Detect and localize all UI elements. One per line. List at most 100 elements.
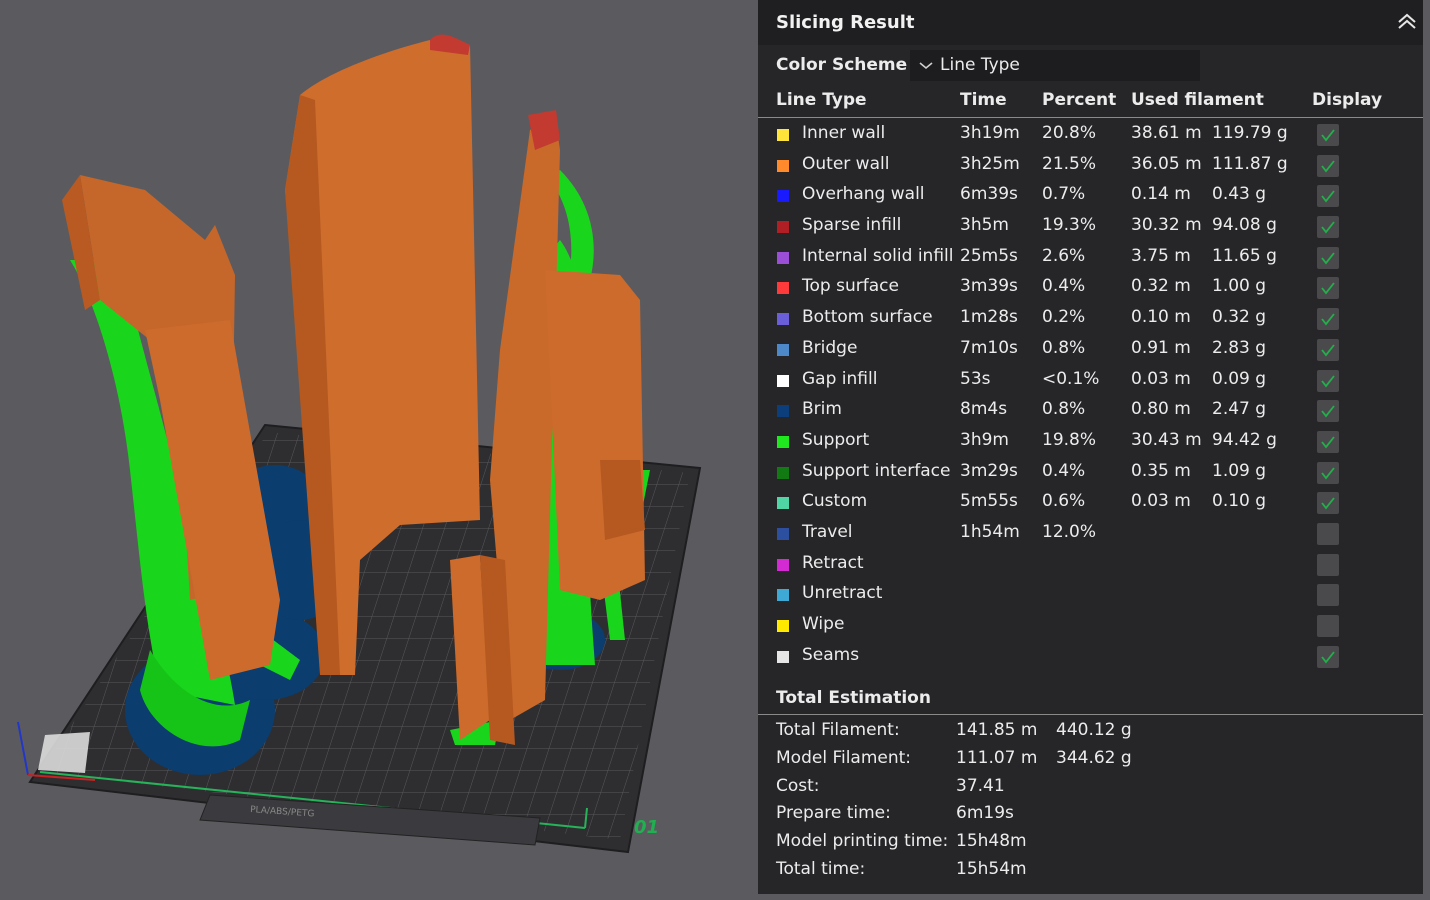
line-type-label: Travel (802, 521, 853, 542)
time-value: 6m39s (960, 184, 1018, 205)
total-label: Total Filament: (776, 720, 900, 740)
color-swatch (777, 374, 789, 387)
line-type-label: Custom (802, 491, 868, 512)
checkmark-icon (1321, 313, 1335, 326)
line-type-label: Inner wall (802, 123, 886, 143)
display-checkbox[interactable] (1317, 400, 1339, 423)
percent-value: 0.8% (1042, 399, 1086, 420)
percent-value: 0.7% (1042, 184, 1086, 205)
total-label: Model printing time: (776, 831, 949, 852)
color-swatch (777, 251, 789, 264)
display-checkbox[interactable] (1317, 369, 1339, 392)
color-swatch (777, 405, 789, 418)
color-scheme-value: Line Type (940, 55, 1020, 75)
line-type-label: Seams (802, 644, 860, 665)
percent-value: <0.1% (1042, 368, 1100, 389)
filament-length-value: 38.61 m (1131, 123, 1202, 143)
display-checkbox[interactable] (1317, 216, 1339, 239)
total-estimation-title: Total Estimation (776, 688, 931, 708)
color-scheme-label: Color Scheme (776, 55, 908, 75)
checkmark-icon (1321, 252, 1335, 265)
display-checkbox[interactable] (1317, 645, 1339, 668)
color-swatch (777, 221, 789, 234)
time-value: 3m39s (960, 276, 1018, 297)
table-row: Brim 8m4s 0.8% 0.80 m 2.47 g (758, 395, 1423, 426)
filament-weight-value: 2.83 g (1212, 337, 1267, 358)
percent-value: 12.0% (1042, 521, 1097, 542)
table-row: Travel 1h54m 12.0% (758, 518, 1423, 549)
col-display: Display (1312, 90, 1383, 110)
filament-length-value: 0.80 m (1131, 399, 1191, 420)
filament-length-value: 0.32 m (1131, 276, 1191, 297)
color-swatch (777, 650, 789, 663)
total-value: 37.41 (956, 775, 1005, 796)
display-checkbox[interactable] (1317, 124, 1339, 146)
display-checkbox[interactable] (1317, 553, 1339, 576)
filament-length-value: 0.03 m (1131, 368, 1191, 389)
panel-header: Slicing Result (758, 0, 1423, 45)
total-value: 141.85 m (956, 720, 1038, 740)
percent-value: 20.8% (1042, 123, 1097, 143)
display-checkbox[interactable] (1317, 154, 1339, 177)
display-checkbox[interactable] (1317, 185, 1339, 208)
display-checkbox[interactable] (1317, 338, 1339, 361)
checkmark-icon (1321, 190, 1335, 203)
display-checkbox[interactable] (1317, 522, 1339, 545)
display-checkbox[interactable] (1317, 308, 1339, 331)
line-type-label: Internal solid infill (802, 245, 954, 266)
total-weight-value: 344.62 g (1056, 747, 1132, 768)
total-row: Model Filament: 111.07 m 344.62 g (758, 748, 1423, 776)
percent-value: 0.2% (1042, 307, 1086, 328)
line-type-label: Sparse infill (802, 215, 902, 236)
display-checkbox[interactable] (1317, 430, 1339, 453)
time-value: 5m55s (960, 491, 1018, 512)
filament-weight-value: 111.87 g (1212, 153, 1288, 174)
3d-preview-viewport[interactable]: PLA/ABS/PETG 01 (0, 0, 758, 900)
color-swatch (777, 343, 789, 356)
display-checkbox[interactable] (1317, 277, 1339, 300)
total-weight-value: 440.12 g (1056, 720, 1132, 740)
color-swatch (777, 558, 789, 571)
checkmark-icon (1321, 467, 1335, 480)
checkmark-icon (1321, 651, 1335, 664)
total-row: Total time: 15h54m (758, 859, 1423, 887)
checkmark-icon (1321, 436, 1335, 449)
time-value: 53s (960, 368, 991, 389)
total-row: Cost: 37.41 (758, 776, 1423, 804)
checkmark-icon (1321, 129, 1335, 142)
color-swatch (777, 159, 789, 172)
total-value: 111.07 m (956, 747, 1038, 768)
time-value: 3h19m (960, 123, 1020, 143)
table-row: Gap infill 53s <0.1% 0.03 m 0.09 g (758, 365, 1423, 396)
time-value: 3h25m (960, 153, 1020, 174)
percent-value: 0.8% (1042, 337, 1086, 358)
line-type-label: Top surface (802, 276, 899, 297)
filament-length-value: 3.75 m (1131, 245, 1191, 266)
checkmark-icon (1321, 282, 1335, 295)
sliced-model-render: PLA/ABS/PETG 01 (17, 34, 702, 854)
display-checkbox[interactable] (1317, 584, 1339, 607)
display-checkbox[interactable] (1317, 492, 1339, 515)
filament-weight-value: 1.09 g (1212, 460, 1267, 481)
display-checkbox[interactable] (1317, 461, 1339, 484)
table-header: Line Type Time Percent Used filament Dis… (758, 85, 1423, 117)
display-checkbox[interactable] (1317, 615, 1339, 637)
filament-weight-value: 0.09 g (1212, 368, 1267, 389)
filament-weight-value: 11.65 g (1212, 245, 1277, 266)
table-row: Inner wall 3h19m 20.8% 38.61 m 119.79 g (758, 119, 1423, 150)
header-divider (758, 117, 1423, 118)
collapse-chevron-up-icon[interactable] (1397, 12, 1417, 32)
percent-value: 2.6% (1042, 245, 1086, 266)
panel-title: Slicing Result (776, 12, 915, 33)
color-swatch (777, 435, 789, 448)
display-checkbox[interactable] (1317, 246, 1339, 269)
line-type-label: Brim (802, 399, 842, 420)
color-swatch (777, 282, 789, 295)
table-row: Unretract (758, 579, 1423, 610)
table-row: Bridge 7m10s 0.8% 0.91 m 2.83 g (758, 334, 1423, 365)
time-value: 1h54m (960, 521, 1020, 542)
time-value: 3h5m (960, 215, 1009, 236)
total-value: 15h48m (956, 831, 1027, 852)
filament-length-value: 30.43 m (1131, 429, 1202, 450)
color-scheme-dropdown[interactable]: Line Type (910, 49, 1200, 81)
